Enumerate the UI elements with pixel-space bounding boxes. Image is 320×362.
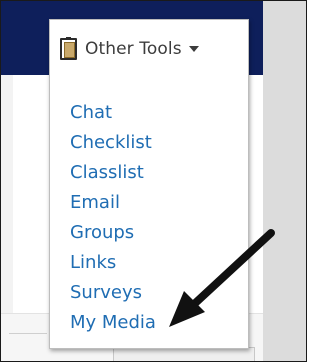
other-tools-label: Other Tools — [85, 39, 182, 59]
menu-item-checklist[interactable]: Checklist — [70, 132, 156, 162]
menu-item-classlist[interactable]: Classlist — [70, 162, 156, 192]
clipboard-icon — [60, 37, 77, 60]
menu-item-my-media[interactable]: My Media — [70, 312, 156, 342]
page-background-left — [1, 75, 13, 313]
caret-down-icon — [188, 46, 199, 52]
menu-item-email[interactable]: Email — [70, 192, 156, 222]
menu-item-links[interactable]: Links — [70, 252, 156, 282]
other-tools-button[interactable]: Other Tools — [50, 20, 248, 78]
page-background-right — [263, 1, 306, 361]
menu-item-groups[interactable]: Groups — [70, 222, 156, 252]
menu-item-surveys[interactable]: Surveys — [70, 282, 156, 312]
footer-divider — [9, 333, 47, 334]
menu-item-chat[interactable]: Chat — [70, 102, 156, 132]
other-tools-menu: Chat Checklist Classlist Email Groups Li… — [70, 102, 156, 342]
other-tools-dropdown: Other Tools Chat Checklist Classlist Ema… — [49, 19, 249, 349]
screenshot-frame: Other Tools Chat Checklist Classlist Ema… — [0, 0, 307, 362]
footer-box — [113, 347, 255, 361]
